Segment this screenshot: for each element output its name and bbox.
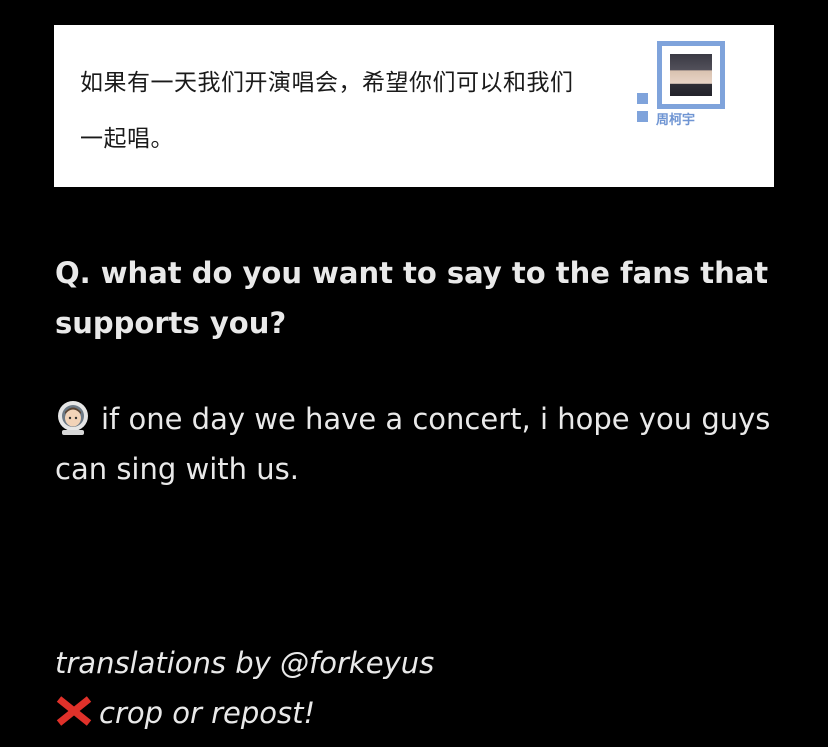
quote-line-1: 如果有一天我们开演唱会，希望你们可以和我们	[80, 70, 574, 96]
avatar	[670, 54, 712, 96]
warning-text: crop or repost!	[99, 696, 316, 730]
answer-text: if one day we have a concert, i hope you…	[55, 402, 771, 486]
answer-paragraph: if one day we have a concert, i hope you…	[55, 394, 775, 494]
astronaut-icon	[55, 399, 91, 435]
quote-card: 如果有一天我们开演唱会，希望你们可以和我们 一起唱。 周柯宇	[54, 25, 774, 187]
badge-square-icon	[637, 93, 648, 104]
speaker-badge: 周柯宇	[637, 41, 737, 141]
warning-line: crop or repost!	[55, 688, 434, 738]
credit-block: translations by @forkeyus crop or repost…	[55, 638, 434, 738]
quote-line-2: 一起唱。	[80, 126, 174, 152]
credit-line: translations by @forkeyus	[55, 646, 435, 680]
avatar-frame	[657, 41, 725, 109]
speaker-name: 周柯宇	[656, 113, 696, 128]
chinese-quote: 如果有一天我们开演唱会，希望你们可以和我们 一起唱。	[80, 55, 620, 167]
badge-square-icon	[637, 111, 648, 122]
question-text: Q. what do you want to say to the fans t…	[55, 256, 769, 340]
cross-mark-icon	[55, 691, 93, 726]
